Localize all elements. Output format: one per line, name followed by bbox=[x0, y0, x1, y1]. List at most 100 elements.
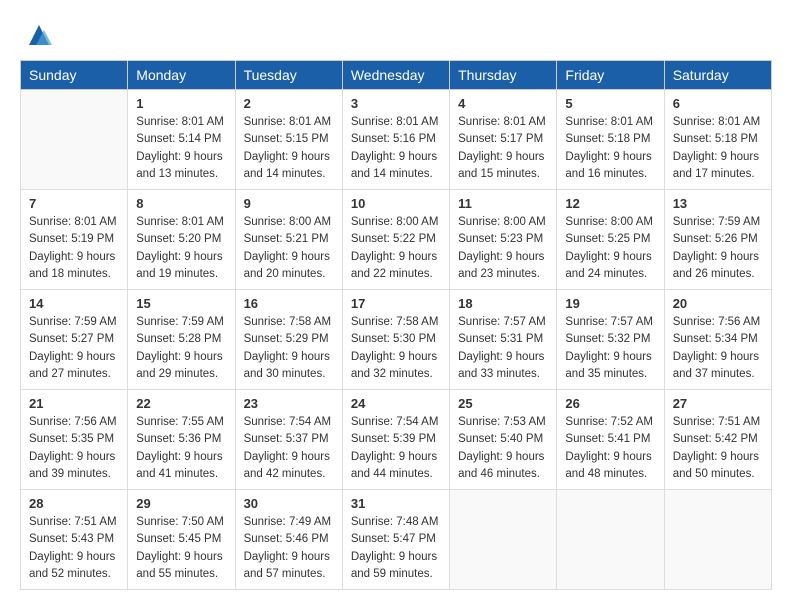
day-number: 27 bbox=[673, 396, 763, 411]
day-info: Sunrise: 7:58 AMSunset: 5:30 PMDaylight:… bbox=[351, 314, 441, 383]
calendar-week-row: 1 Sunrise: 8:01 AMSunset: 5:14 PMDaylight… bbox=[21, 90, 772, 190]
logo bbox=[20, 20, 54, 50]
calendar-cell: 28 Sunrise: 7:51 AMSunset: 5:43 PMDayligh… bbox=[21, 490, 128, 590]
page-header bbox=[20, 20, 772, 50]
calendar-cell: 7 Sunrise: 8:01 AMSunset: 5:19 PMDaylight… bbox=[21, 190, 128, 290]
day-info: Sunrise: 8:01 AMSunset: 5:16 PMDaylight:… bbox=[351, 114, 441, 183]
day-info: Sunrise: 7:49 AMSunset: 5:46 PMDaylight:… bbox=[244, 514, 334, 583]
day-info: Sunrise: 8:01 AMSunset: 5:17 PMDaylight:… bbox=[458, 114, 548, 183]
day-number: 21 bbox=[29, 396, 119, 411]
calendar-cell: 11 Sunrise: 8:00 AMSunset: 5:23 PMDayligh… bbox=[450, 190, 557, 290]
calendar-cell: 29Sunrise: 7:50 AMSunset: 5:45 PMDayligh… bbox=[128, 490, 235, 590]
calendar-cell: 8Sunrise: 8:01 AMSunset: 5:20 PMDaylight… bbox=[128, 190, 235, 290]
calendar-cell: 22Sunrise: 7:55 AMSunset: 5:36 PMDayligh… bbox=[128, 390, 235, 490]
day-info: Sunrise: 7:59 AMSunset: 5:26 PMDaylight:… bbox=[673, 214, 763, 283]
logo-icon bbox=[24, 20, 54, 50]
day-number: 10 bbox=[351, 196, 441, 211]
calendar-week-row: 14 Sunrise: 7:59 AMSunset: 5:27 PMDayligh… bbox=[21, 290, 772, 390]
day-info: Sunrise: 8:01 AMSunset: 5:15 PMDaylight:… bbox=[244, 114, 334, 183]
calendar-cell: 30 Sunrise: 7:49 AMSunset: 5:46 PMDayligh… bbox=[235, 490, 342, 590]
day-number: 9 bbox=[244, 196, 334, 211]
calendar-cell: 24Sunrise: 7:54 AMSunset: 5:39 PMDayligh… bbox=[342, 390, 449, 490]
calendar-cell: 13Sunrise: 7:59 AMSunset: 5:26 PMDayligh… bbox=[664, 190, 771, 290]
header-friday: Friday bbox=[557, 61, 664, 90]
day-number: 18 bbox=[458, 296, 548, 311]
header-wednesday: Wednesday bbox=[342, 61, 449, 90]
day-info: Sunrise: 8:00 AMSunset: 5:22 PMDaylight:… bbox=[351, 214, 441, 283]
calendar-cell: 17Sunrise: 7:58 AMSunset: 5:30 PMDayligh… bbox=[342, 290, 449, 390]
day-number: 31 bbox=[351, 496, 441, 511]
day-info: Sunrise: 8:01 AMSunset: 5:18 PMDaylight:… bbox=[673, 114, 763, 183]
calendar-cell: 31 Sunrise: 7:48 AMSunset: 5:47 PMDayligh… bbox=[342, 490, 449, 590]
calendar-cell: 12 Sunrise: 8:00 AMSunset: 5:25 PMDayligh… bbox=[557, 190, 664, 290]
day-info: Sunrise: 7:59 AMSunset: 5:28 PMDaylight:… bbox=[136, 314, 226, 383]
calendar-cell: 21 Sunrise: 7:56 AMSunset: 5:35 PMDayligh… bbox=[21, 390, 128, 490]
calendar-cell: 16 Sunrise: 7:58 AMSunset: 5:29 PMDayligh… bbox=[235, 290, 342, 390]
day-info: Sunrise: 7:52 AMSunset: 5:41 PMDaylight:… bbox=[565, 414, 655, 483]
calendar-cell: 18 Sunrise: 7:57 AMSunset: 5:31 PMDayligh… bbox=[450, 290, 557, 390]
calendar-week-row: 28 Sunrise: 7:51 AMSunset: 5:43 PMDayligh… bbox=[21, 490, 772, 590]
calendar-cell: 6 Sunrise: 8:01 AMSunset: 5:18 PMDaylight… bbox=[664, 90, 771, 190]
day-number: 2 bbox=[244, 96, 334, 111]
calendar-cell bbox=[664, 490, 771, 590]
day-number: 3 bbox=[351, 96, 441, 111]
day-number: 20 bbox=[673, 296, 763, 311]
calendar-cell: 2 Sunrise: 8:01 AMSunset: 5:15 PMDaylight… bbox=[235, 90, 342, 190]
day-number: 15 bbox=[136, 296, 226, 311]
calendar-cell: 20 Sunrise: 7:56 AMSunset: 5:34 PMDayligh… bbox=[664, 290, 771, 390]
calendar-cell: 9 Sunrise: 8:00 AMSunset: 5:21 PMDaylight… bbox=[235, 190, 342, 290]
day-number: 16 bbox=[244, 296, 334, 311]
calendar-table: SundayMondayTuesdayWednesdayThursdayFrid… bbox=[20, 60, 772, 590]
day-number: 30 bbox=[244, 496, 334, 511]
calendar-cell: 5Sunrise: 8:01 AMSunset: 5:18 PMDaylight… bbox=[557, 90, 664, 190]
day-info: Sunrise: 7:51 AMSunset: 5:43 PMDaylight:… bbox=[29, 514, 119, 583]
day-number: 19 bbox=[565, 296, 655, 311]
day-info: Sunrise: 7:58 AMSunset: 5:29 PMDaylight:… bbox=[244, 314, 334, 383]
day-info: Sunrise: 7:55 AMSunset: 5:36 PMDaylight:… bbox=[136, 414, 226, 483]
day-info: Sunrise: 7:53 AMSunset: 5:40 PMDaylight:… bbox=[458, 414, 548, 483]
day-info: Sunrise: 7:54 AMSunset: 5:39 PMDaylight:… bbox=[351, 414, 441, 483]
day-number: 12 bbox=[565, 196, 655, 211]
day-number: 14 bbox=[29, 296, 119, 311]
calendar-cell: 1 Sunrise: 8:01 AMSunset: 5:14 PMDaylight… bbox=[128, 90, 235, 190]
header-monday: Monday bbox=[128, 61, 235, 90]
day-number: 25 bbox=[458, 396, 548, 411]
day-info: Sunrise: 7:59 AMSunset: 5:27 PMDaylight:… bbox=[29, 314, 119, 383]
day-info: Sunrise: 8:00 AMSunset: 5:21 PMDaylight:… bbox=[244, 214, 334, 283]
day-info: Sunrise: 8:00 AMSunset: 5:25 PMDaylight:… bbox=[565, 214, 655, 283]
day-info: Sunrise: 7:57 AMSunset: 5:32 PMDaylight:… bbox=[565, 314, 655, 383]
calendar-week-row: 21 Sunrise: 7:56 AMSunset: 5:35 PMDayligh… bbox=[21, 390, 772, 490]
day-number: 23 bbox=[244, 396, 334, 411]
day-info: Sunrise: 8:01 AMSunset: 5:14 PMDaylight:… bbox=[136, 114, 226, 183]
day-number: 6 bbox=[673, 96, 763, 111]
day-info: Sunrise: 7:56 AMSunset: 5:34 PMDaylight:… bbox=[673, 314, 763, 383]
calendar-cell: 19 Sunrise: 7:57 AMSunset: 5:32 PMDayligh… bbox=[557, 290, 664, 390]
day-info: Sunrise: 7:54 AMSunset: 5:37 PMDaylight:… bbox=[244, 414, 334, 483]
header-thursday: Thursday bbox=[450, 61, 557, 90]
calendar-cell: 4 Sunrise: 8:01 AMSunset: 5:17 PMDaylight… bbox=[450, 90, 557, 190]
day-info: Sunrise: 7:48 AMSunset: 5:47 PMDaylight:… bbox=[351, 514, 441, 583]
header-sunday: Sunday bbox=[21, 61, 128, 90]
calendar-header-row: SundayMondayTuesdayWednesdayThursdayFrid… bbox=[21, 61, 772, 90]
day-info: Sunrise: 8:01 AMSunset: 5:20 PMDaylight:… bbox=[136, 214, 226, 283]
day-info: Sunrise: 7:51 AMSunset: 5:42 PMDaylight:… bbox=[673, 414, 763, 483]
day-number: 11 bbox=[458, 196, 548, 211]
day-info: Sunrise: 7:57 AMSunset: 5:31 PMDaylight:… bbox=[458, 314, 548, 383]
calendar-cell: 25 Sunrise: 7:53 AMSunset: 5:40 PMDayligh… bbox=[450, 390, 557, 490]
day-info: Sunrise: 8:01 AMSunset: 5:19 PMDaylight:… bbox=[29, 214, 119, 283]
day-number: 7 bbox=[29, 196, 119, 211]
day-number: 28 bbox=[29, 496, 119, 511]
day-number: 1 bbox=[136, 96, 226, 111]
day-info: Sunrise: 7:56 AMSunset: 5:35 PMDaylight:… bbox=[29, 414, 119, 483]
day-info: Sunrise: 8:00 AMSunset: 5:23 PMDaylight:… bbox=[458, 214, 548, 283]
day-number: 4 bbox=[458, 96, 548, 111]
day-info: Sunrise: 7:50 AMSunset: 5:45 PMDaylight:… bbox=[136, 514, 226, 583]
calendar-cell: 26 Sunrise: 7:52 AMSunset: 5:41 PMDayligh… bbox=[557, 390, 664, 490]
day-info: Sunrise: 8:01 AMSunset: 5:18 PMDaylight:… bbox=[565, 114, 655, 183]
calendar-cell: 27 Sunrise: 7:51 AMSunset: 5:42 PMDayligh… bbox=[664, 390, 771, 490]
calendar-cell: 10 Sunrise: 8:00 AMSunset: 5:22 PMDayligh… bbox=[342, 190, 449, 290]
header-saturday: Saturday bbox=[664, 61, 771, 90]
day-number: 26 bbox=[565, 396, 655, 411]
calendar-cell: 14 Sunrise: 7:59 AMSunset: 5:27 PMDayligh… bbox=[21, 290, 128, 390]
calendar-cell: 15 Sunrise: 7:59 AMSunset: 5:28 PMDayligh… bbox=[128, 290, 235, 390]
